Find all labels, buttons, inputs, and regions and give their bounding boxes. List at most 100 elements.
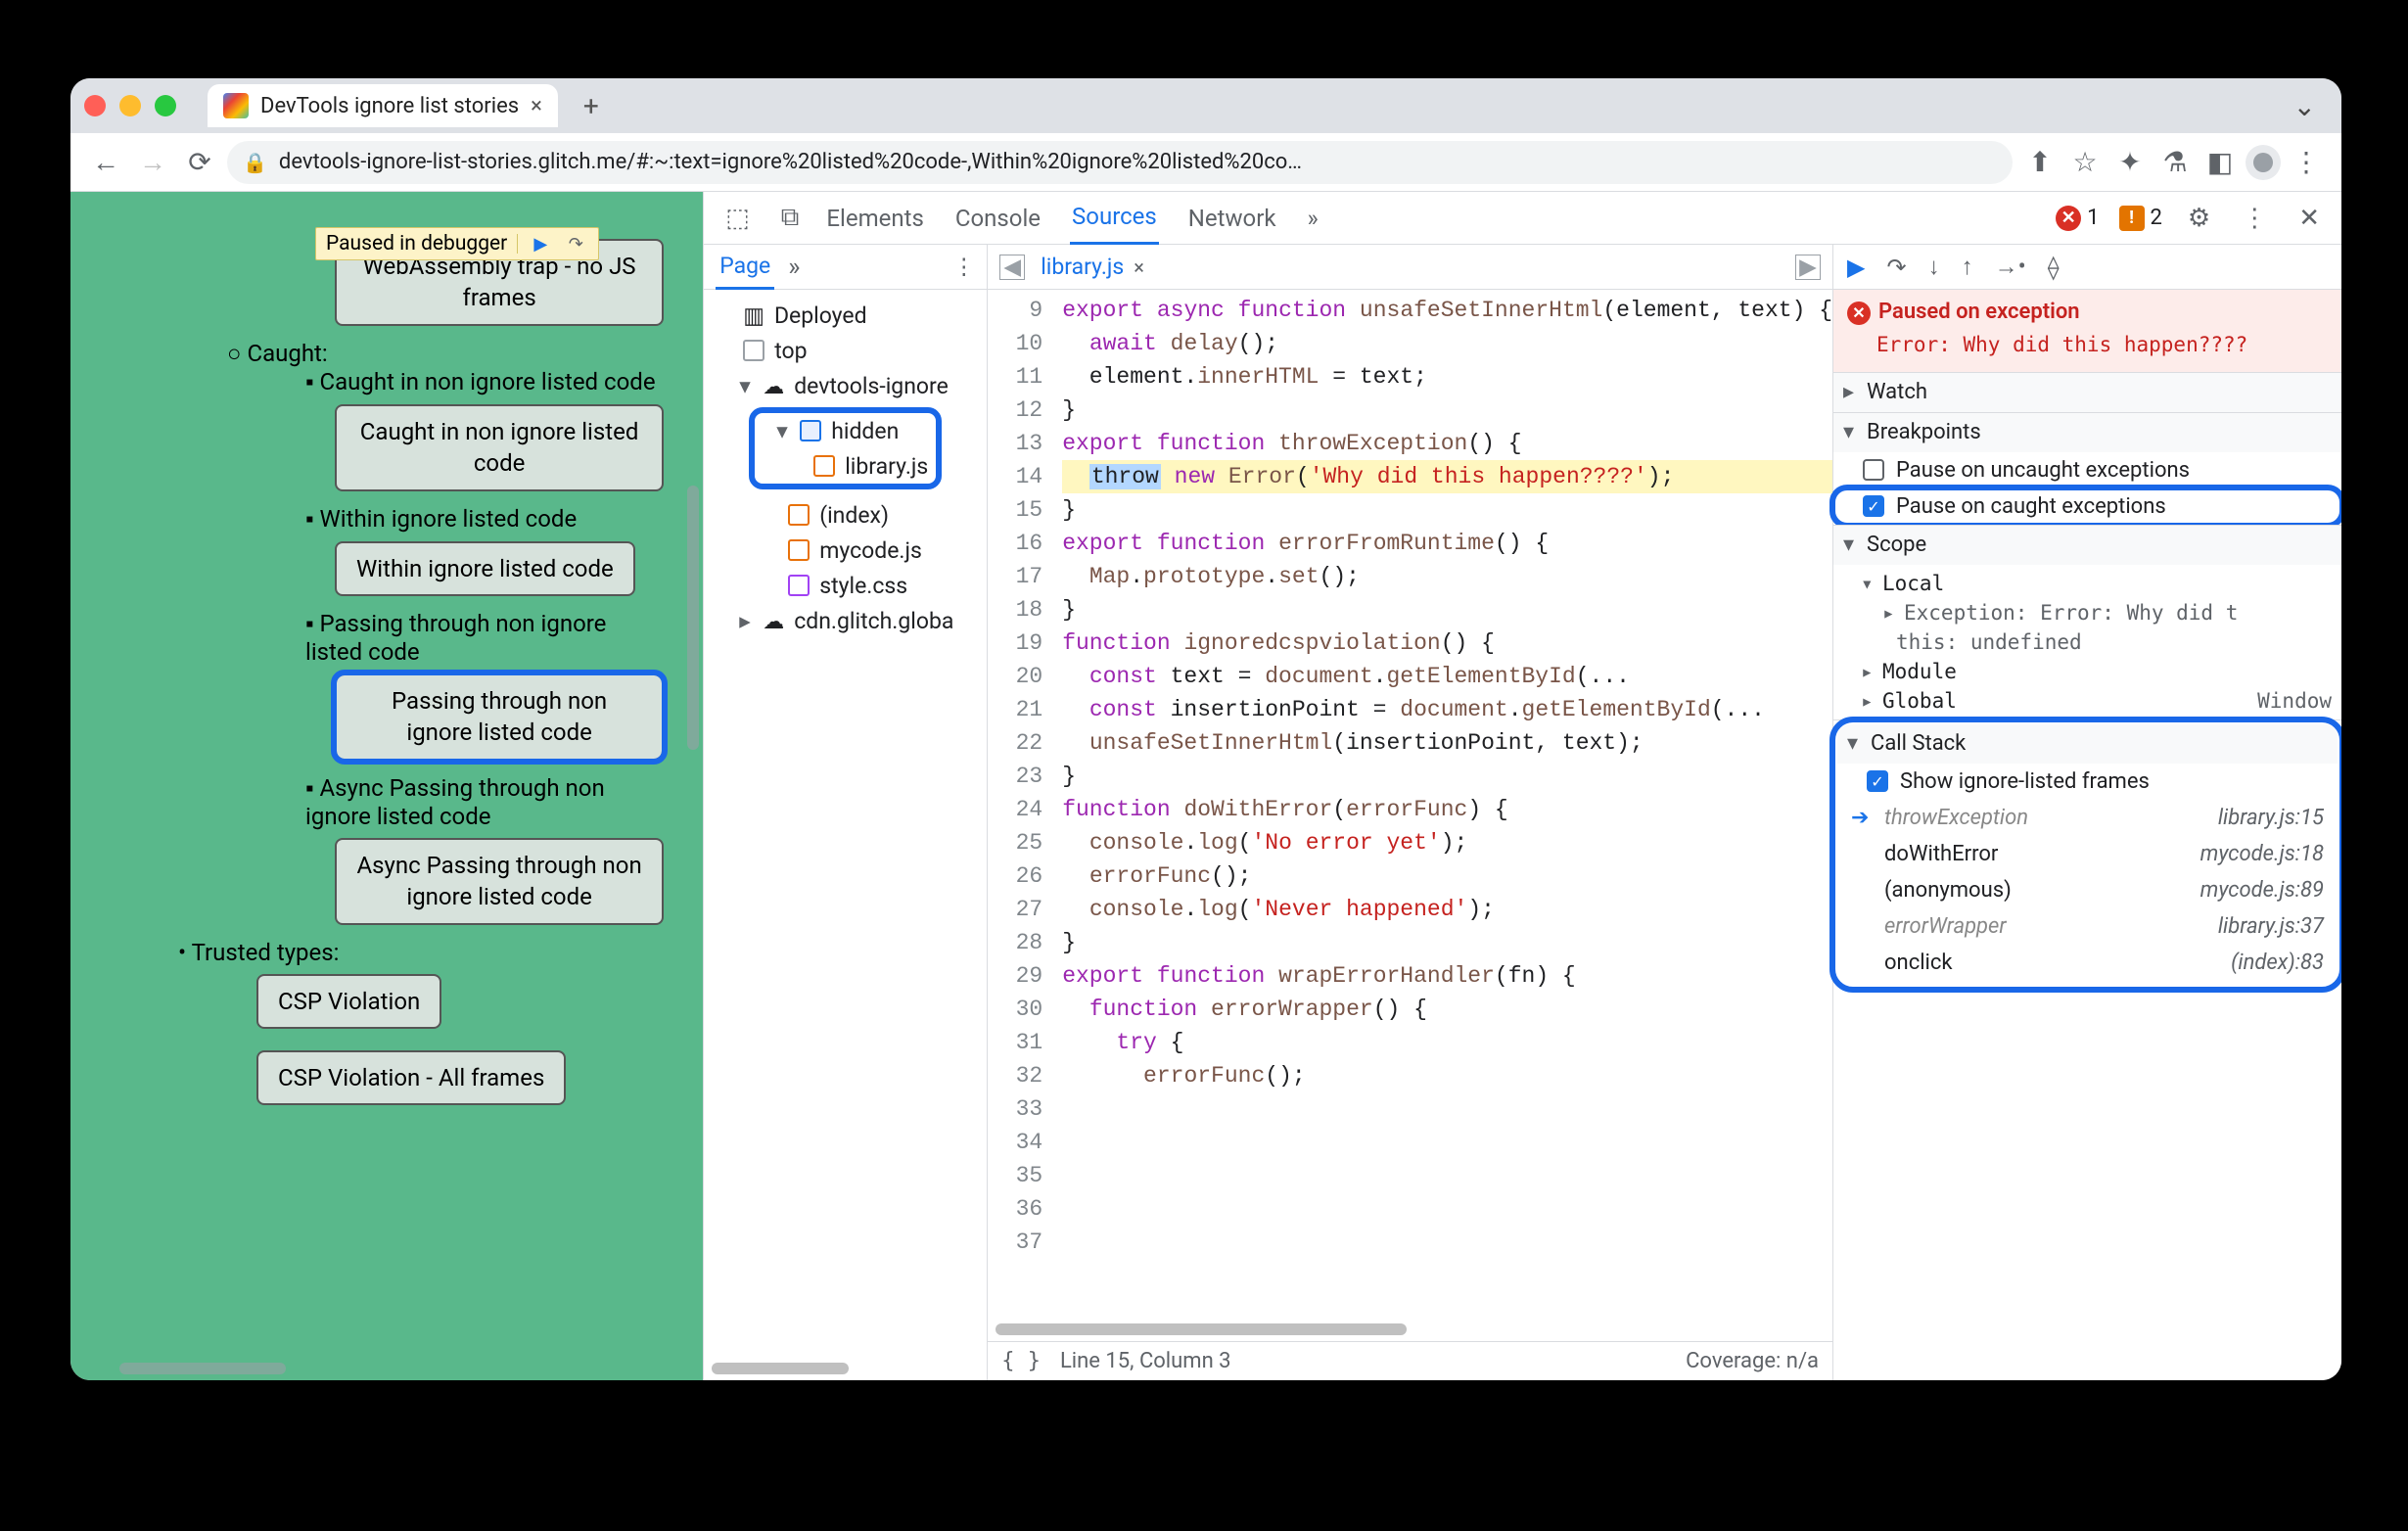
call-stack-section: ▾Call Stack ✓Show ignore-listed frames ➔…: [1833, 719, 2341, 995]
editor-nav-prev-icon[interactable]: ◀: [999, 255, 1025, 280]
devtools-menu-icon[interactable]: ⋮: [2236, 204, 2273, 233]
pause-caught-checkbox[interactable]: ✓Pause on caught exceptions: [1833, 488, 2341, 525]
page-button[interactable]: Async Passing through non ignore listed …: [335, 838, 664, 925]
devtools-close-icon[interactable]: ✕: [2292, 204, 2326, 233]
panel-icon[interactable]: ◧: [2200, 143, 2240, 182]
close-file-icon[interactable]: ×: [1134, 255, 1144, 279]
tab-strip: DevTools ignore list stories × + ⌄: [70, 78, 2341, 133]
code-area[interactable]: 9101112131415161718192021222324252627282…: [988, 290, 1832, 1341]
address-bar[interactable]: 🔒 devtools-ignore-list-stories.glitch.me…: [227, 141, 2013, 184]
maximize-window-button[interactable]: [155, 95, 176, 116]
tab-elements[interactable]: Elements: [824, 192, 925, 245]
call-stack-frame[interactable]: (anonymous)mycode.js:89: [1837, 872, 2338, 908]
overlay-resume-icon[interactable]: ▶: [528, 233, 553, 255]
share-icon[interactable]: ⬆: [2020, 143, 2060, 182]
tree-file[interactable]: (index): [710, 497, 981, 533]
tree-file[interactable]: library.js: [761, 448, 930, 484]
pause-uncaught-checkbox[interactable]: Pause on uncaught exceptions: [1833, 452, 2341, 488]
new-tab-button[interactable]: +: [570, 90, 613, 122]
favicon-icon: [223, 93, 249, 118]
tree-file[interactable]: style.css: [710, 568, 981, 603]
extensions-icon[interactable]: ✦: [2110, 143, 2150, 182]
scope-row[interactable]: ▸GlobalWindow: [1833, 686, 2341, 716]
tree-item[interactable]: ▸☁cdn.glitch.globa: [710, 603, 981, 638]
tree-item[interactable]: top: [710, 333, 981, 368]
navigator-overflow-icon[interactable]: »: [788, 253, 800, 282]
browser-toolbar: ← → ⟳ 🔒 devtools-ignore-list-stories.gli…: [70, 133, 2341, 192]
pretty-print-icon[interactable]: { }: [1001, 1349, 1041, 1373]
watch-section[interactable]: ▸Watch: [1833, 372, 2341, 412]
navigator-scrollbar[interactable]: [712, 1363, 849, 1374]
paused-label: Paused in debugger: [326, 232, 507, 255]
step-over-icon[interactable]: ↷: [1886, 254, 1906, 281]
call-stack-frame[interactable]: errorWrapperlibrary.js:37: [1837, 908, 2338, 945]
overlay-step-icon[interactable]: ↷: [563, 233, 588, 255]
call-stack-frame[interactable]: onclick(index):83: [1837, 945, 2338, 981]
page-scrollbar-vertical[interactable]: [687, 486, 699, 750]
list-item: Passing through non ignore listed code: [305, 610, 664, 666]
close-window-button[interactable]: [84, 95, 106, 116]
window-controls: [84, 95, 176, 116]
scope-row[interactable]: ▸Module: [1833, 657, 2341, 686]
paused-in-debugger-overlay: Paused in debugger ▶ ↷: [315, 227, 599, 260]
tree-file[interactable]: mycode.js: [710, 533, 981, 568]
step-out-icon[interactable]: ↑: [1962, 253, 1973, 281]
step-into-icon[interactable]: ↓: [1928, 253, 1940, 281]
editor-scrollbar[interactable]: [996, 1323, 1407, 1335]
step-icon[interactable]: →•: [1995, 253, 2026, 281]
scope-row[interactable]: ▾Local: [1833, 569, 2341, 598]
minimize-window-button[interactable]: [119, 95, 141, 116]
call-stack-frame[interactable]: ➔throwExceptionlibrary.js:15: [1837, 800, 2338, 836]
devtools-panel: ⬚ ⧉ Elements Console Sources Network » ✕…: [703, 192, 2341, 1380]
device-toolbar-icon[interactable]: ⧉: [775, 203, 806, 233]
cursor-position: Line 15, Column 3: [1060, 1349, 1231, 1373]
tab-title: DevTools ignore list stories: [260, 94, 519, 118]
page-scrollbar-horizontal[interactable]: [119, 1363, 286, 1374]
browser-tab[interactable]: DevTools ignore list stories ×: [208, 84, 558, 127]
call-stack-frame[interactable]: doWithErrormycode.js:18: [1837, 836, 2338, 872]
page-button-highlighted[interactable]: Passing through non ignore listed code: [335, 673, 664, 761]
error-count[interactable]: ✕1: [2056, 206, 2099, 231]
tab-sources[interactable]: Sources: [1070, 192, 1159, 245]
back-button[interactable]: ←: [86, 143, 125, 182]
page-button[interactable]: Within ignore listed code: [335, 541, 635, 596]
page-button[interactable]: CSP Violation: [256, 974, 441, 1029]
inspect-icon[interactable]: ⬚: [719, 204, 756, 233]
editor-file-tab[interactable]: library.js ×: [1041, 254, 1144, 280]
labs-icon[interactable]: ⚗: [2155, 143, 2195, 182]
tab-console[interactable]: Console: [953, 192, 1042, 245]
resume-icon[interactable]: ▶: [1847, 254, 1865, 281]
show-ignore-listed-checkbox[interactable]: ✓Show ignore-listed frames: [1837, 764, 2338, 800]
list-item: Async Passing through non ignore listed …: [305, 774, 664, 830]
page-button[interactable]: CSP Violation - All frames: [256, 1050, 566, 1105]
page-button[interactable]: Caught in non ignore listed code: [335, 404, 664, 491]
scope-row[interactable]: ▸Exception: Error: Why did t: [1833, 598, 2341, 627]
breakpoints-section: ▾Breakpoints Pause on uncaught exception…: [1833, 412, 2341, 525]
code-lines: export async function unsafeSetInnerHtml…: [1052, 290, 1832, 1341]
list-item: Caught in non ignore listed code: [305, 368, 664, 396]
settings-icon[interactable]: ⚙: [2182, 204, 2216, 233]
forward-button: →: [133, 143, 172, 182]
reload-button[interactable]: ⟳: [180, 143, 219, 182]
chrome-menu-icon[interactable]: ⋮: [2287, 143, 2326, 182]
browser-window: DevTools ignore list stories × + ⌄ ← → ⟳…: [70, 78, 2341, 1380]
tab-network[interactable]: Network: [1186, 192, 1278, 245]
list-item: Within ignore listed code: [305, 505, 664, 534]
navigator-menu-icon[interactable]: ⋮: [952, 254, 975, 280]
star-icon[interactable]: ☆: [2065, 143, 2105, 182]
navigator-tab-page[interactable]: Page: [716, 245, 774, 290]
deactivate-breakpoints-icon[interactable]: ⟠: [2048, 254, 2060, 281]
tab-overflow-icon[interactable]: »: [1306, 192, 1320, 245]
editor-nav-next-icon[interactable]: ▶: [1795, 255, 1821, 280]
source-editor: ◀ library.js × ▶ 91011121314151617181920…: [988, 245, 1832, 1380]
profile-avatar[interactable]: [2246, 145, 2281, 180]
tree-item[interactable]: ▥ Deployed: [710, 298, 981, 333]
coverage-label: Coverage: n/a: [1686, 1349, 1819, 1373]
lock-icon: 🔒: [243, 151, 267, 174]
tree-item[interactable]: ▾☁devtools-ignore: [710, 368, 981, 403]
close-tab-icon[interactable]: ×: [531, 94, 542, 118]
tree-item[interactable]: ▾hidden: [761, 413, 930, 448]
highlighted-tree-group: ▾hidden library.js: [749, 407, 942, 489]
tab-overflow-icon[interactable]: ⌄: [2282, 90, 2328, 122]
warning-count[interactable]: !2: [2119, 206, 2162, 231]
